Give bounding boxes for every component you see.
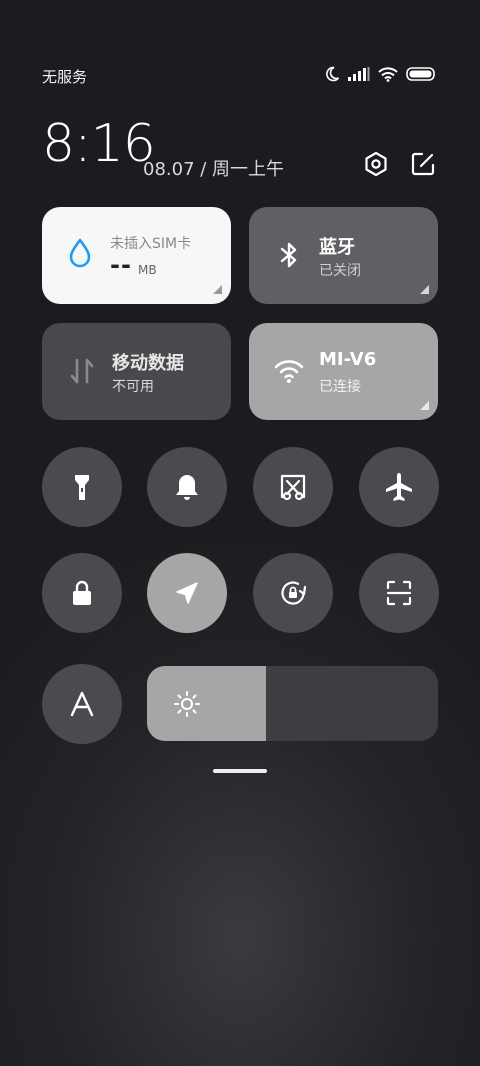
scan-icon (386, 580, 412, 606)
water-drop-icon (69, 238, 91, 268)
flashlight-toggle[interactable] (42, 447, 122, 527)
signal-icon (348, 67, 370, 81)
expand-corner-icon (213, 285, 222, 294)
expand-corner-icon (420, 285, 429, 294)
bluetooth-tile[interactable]: 蓝牙 已关闭 (249, 207, 438, 304)
expand-corner-icon (420, 401, 429, 410)
bluetooth-status: 已关闭 (319, 263, 361, 279)
data-usage-title: 未插入SIM卡 (110, 236, 192, 252)
font-size-toggle[interactable] (42, 664, 122, 744)
data-usage-value: -- (110, 251, 132, 279)
wifi-icon (378, 66, 398, 82)
wifi-network-name: MI-V6 (319, 349, 377, 370)
location-arrow-icon (176, 582, 198, 604)
bluetooth-icon (280, 242, 297, 268)
wifi-status: 已连接 (319, 379, 361, 395)
scanner-toggle[interactable] (359, 553, 439, 633)
status-bar: 无服务 (42, 66, 436, 86)
brightness-fill (147, 666, 267, 741)
scissors-icon (280, 474, 306, 501)
rotation-lock-icon (281, 581, 307, 605)
airplane-icon (386, 473, 412, 501)
status-icons (324, 66, 436, 82)
mobile-data-title: 移动数据 (112, 353, 184, 374)
carrier-label: 无服务 (42, 68, 88, 86)
flashlight-icon (75, 475, 89, 500)
airplane-toggle[interactable] (359, 447, 439, 527)
mobile-data-tile[interactable]: 移动数据 不可用 (42, 323, 231, 420)
location-toggle[interactable] (147, 553, 227, 633)
ring-toggle[interactable] (147, 447, 227, 527)
sun-icon (174, 691, 200, 717)
wifi-tile[interactable]: MI-V6 已连接 (249, 323, 438, 420)
brightness-slider[interactable] (147, 666, 438, 741)
data-usage-unit: MB (138, 263, 157, 277)
clock-time: 8:16 (42, 114, 156, 174)
wifi-icon (274, 360, 304, 383)
settings-icon[interactable] (362, 150, 390, 178)
rotation-lock-toggle[interactable] (253, 553, 333, 633)
lock-icon (73, 580, 91, 605)
battery-icon (406, 67, 435, 81)
mobile-data-status: 不可用 (112, 379, 154, 395)
data-usage-tile[interactable]: 未插入SIM卡 -- MB (42, 207, 231, 304)
screenshot-toggle[interactable] (253, 447, 333, 527)
drag-handle[interactable] (213, 769, 267, 773)
edit-icon[interactable] (409, 150, 437, 178)
font-a-icon (70, 691, 94, 717)
moon-icon (326, 66, 340, 82)
clock-date: 08.07 / 周一上午 (143, 159, 285, 180)
lock-screen-toggle[interactable] (42, 553, 122, 633)
data-arrows-icon (70, 358, 94, 384)
bluetooth-title: 蓝牙 (319, 237, 355, 258)
bell-icon (176, 475, 198, 500)
